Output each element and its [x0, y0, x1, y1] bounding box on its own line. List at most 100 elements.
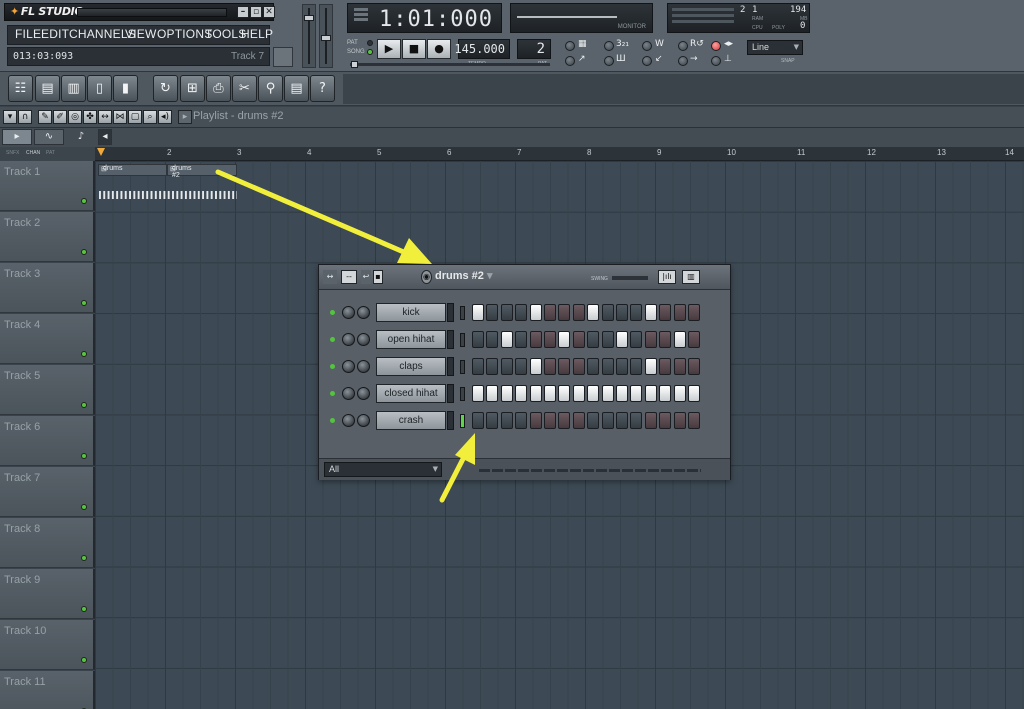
channel-select-indicator[interactable]: [460, 387, 465, 401]
playlist-button[interactable]: ☷: [8, 75, 33, 102]
channel-grip[interactable]: [447, 330, 454, 349]
step-button[interactable]: [486, 385, 499, 402]
step-button[interactable]: [544, 385, 556, 402]
pattern-block-drums[interactable]: ⊟ drums: [98, 164, 167, 176]
step-sequencer-header[interactable]: ↔ -- ↩ ▪ ◉ drums #2 ▾ SWING |ılı ▥: [319, 265, 730, 290]
channel-grip[interactable]: [447, 384, 454, 403]
option-record-toggle[interactable]: [711, 41, 721, 51]
track-mute-led[interactable]: [81, 402, 87, 408]
play-button[interactable]: ▶: [377, 39, 401, 59]
step-button[interactable]: [500, 385, 513, 402]
step-button[interactable]: [558, 358, 571, 375]
tempo-display[interactable]: 145.000: [454, 39, 510, 59]
step-button[interactable]: [644, 412, 657, 429]
track-header[interactable]: Track 6: [0, 416, 95, 466]
step-button[interactable]: [601, 412, 614, 429]
option-scroll-toggle[interactable]: [678, 56, 688, 66]
step-button[interactable]: [500, 304, 513, 321]
step-button[interactable]: [558, 304, 571, 321]
tab-automation[interactable]: ∿: [34, 129, 64, 145]
stop-button[interactable]: ■: [402, 39, 426, 59]
master-pitch-slider[interactable]: [319, 4, 333, 68]
channel-pan-knob[interactable]: [342, 333, 355, 346]
step-button[interactable]: [529, 304, 542, 321]
ruler-label-pat[interactable]: PAT: [46, 150, 55, 156]
step-button[interactable]: [572, 385, 585, 402]
swing-slider[interactable]: [612, 276, 648, 280]
step-button[interactable]: [601, 358, 614, 375]
step-button[interactable]: [500, 331, 513, 348]
restore-button[interactable]: ▫: [250, 6, 262, 18]
channel-volume-knob[interactable]: [357, 333, 370, 346]
option-countdown-toggle[interactable]: [604, 41, 614, 51]
track-mute-led[interactable]: [81, 453, 87, 459]
zoom-tool-button[interactable]: ⌕: [143, 110, 157, 124]
track-header[interactable]: Track 8: [0, 518, 95, 568]
step-button[interactable]: [630, 385, 643, 402]
step-button[interactable]: [544, 331, 556, 348]
channel-name-button[interactable]: closed hihat: [376, 384, 446, 403]
step-button[interactable]: [616, 385, 628, 402]
step-button[interactable]: [659, 385, 672, 402]
step-button[interactable]: [644, 331, 657, 348]
export-button[interactable]: ✂: [232, 75, 257, 102]
step-button[interactable]: [688, 358, 700, 375]
close-button[interactable]: ✕: [263, 6, 275, 18]
new-button[interactable]: ↻: [153, 75, 178, 102]
save-button[interactable]: ⎙: [206, 75, 231, 102]
step-button[interactable]: [601, 331, 614, 348]
song-position-handle[interactable]: [351, 61, 358, 68]
track-header[interactable]: Track 1: [0, 161, 95, 211]
mixer-button[interactable]: ▮: [113, 75, 138, 102]
project-info-button[interactable]: ▤: [284, 75, 309, 102]
channel-mute-led[interactable]: [330, 364, 335, 369]
step-button[interactable]: [486, 331, 499, 348]
step-button[interactable]: [673, 412, 686, 429]
track-mute-led[interactable]: [81, 198, 87, 204]
tab-patterns[interactable]: ▸: [2, 129, 32, 145]
track-mute-led[interactable]: [81, 657, 87, 663]
step-button[interactable]: [558, 331, 571, 348]
option-automation-toggle[interactable]: [642, 56, 652, 66]
graph-editor-button[interactable]: --: [341, 270, 357, 284]
step-button[interactable]: [572, 331, 585, 348]
step-button[interactable]: [659, 358, 672, 375]
step-button[interactable]: [673, 385, 686, 402]
channel-select-indicator[interactable]: [460, 333, 465, 347]
pattern-selector-icon[interactable]: ◉: [421, 270, 432, 284]
step-button[interactable]: [572, 304, 585, 321]
step-button[interactable]: [486, 412, 499, 429]
mute-tool-button[interactable]: ✤: [83, 110, 97, 124]
channel-select-indicator[interactable]: [460, 414, 465, 428]
step-button[interactable]: [544, 358, 556, 375]
step-button[interactable]: [544, 304, 556, 321]
step-button[interactable]: [486, 358, 499, 375]
browser-button[interactable]: ▯: [87, 75, 112, 102]
track-header[interactable]: Track 2: [0, 212, 95, 262]
step-button[interactable]: [558, 385, 571, 402]
step-button[interactable]: [572, 412, 585, 429]
time-display[interactable]: 1:01:000: [347, 3, 502, 33]
step-button[interactable]: [673, 358, 686, 375]
step-button[interactable]: [472, 358, 484, 375]
channel-grip[interactable]: [447, 303, 454, 322]
step-button[interactable]: [515, 331, 528, 348]
step-button[interactable]: [500, 358, 513, 375]
channel-name-button[interactable]: open hihat: [376, 330, 446, 349]
step-button[interactable]: [529, 385, 542, 402]
step-button[interactable]: [644, 385, 657, 402]
step-button[interactable]: [486, 304, 499, 321]
step-button[interactable]: [587, 385, 600, 402]
channel-name-button[interactable]: crash: [376, 411, 446, 430]
step-button[interactable]: [529, 412, 542, 429]
channel-volume-knob[interactable]: [357, 306, 370, 319]
menu-view[interactable]: VIEW: [125, 27, 156, 41]
step-button[interactable]: [515, 412, 528, 429]
step-button[interactable]: [529, 358, 542, 375]
track-header[interactable]: Track 11: [0, 671, 95, 709]
track-mute-led[interactable]: [81, 300, 87, 306]
option-multilink-toggle[interactable]: [711, 56, 721, 66]
timeline-ruler[interactable]: 2 3 4 5 6 7 8 9 10 11 12 13 14: [95, 147, 1024, 161]
step-button[interactable]: [515, 358, 528, 375]
step-button[interactable]: [616, 331, 628, 348]
